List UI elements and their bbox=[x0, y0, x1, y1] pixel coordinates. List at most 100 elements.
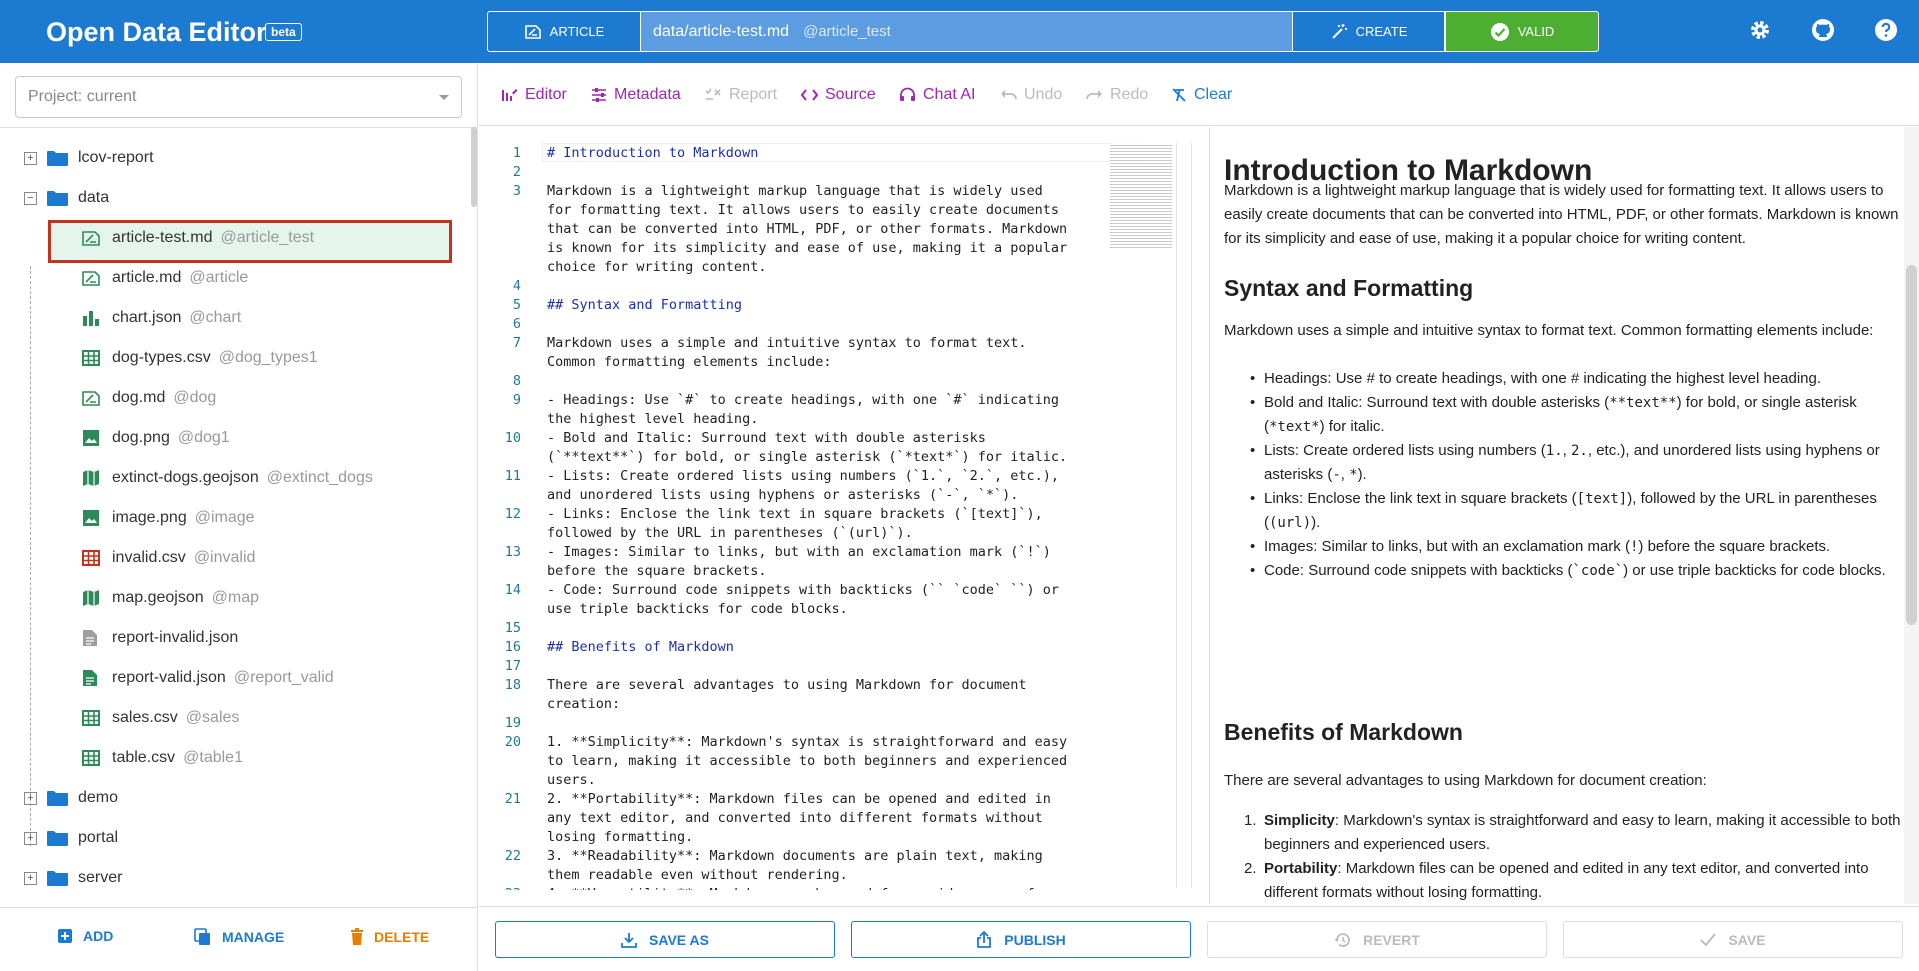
file-alias: @article bbox=[189, 269, 249, 286]
line-number: 7 bbox=[512, 335, 521, 351]
tree-file-item[interactable]: table.csv @table1 bbox=[0, 743, 470, 773]
expand-icon[interactable]: + bbox=[24, 791, 37, 805]
line-number: 19 bbox=[504, 715, 521, 731]
tree-file-item[interactable]: dog.png @dog1 bbox=[0, 423, 470, 453]
editor-label: Editor bbox=[525, 86, 567, 103]
preview-paragraph: Markdown is a lightweight markup languag… bbox=[1224, 182, 1899, 247]
preview-paragraph: Markdown uses a simple and intuitive syn… bbox=[1224, 322, 1874, 339]
report-tab[interactable]: Report bbox=[705, 86, 777, 104]
file-label: image.png @image bbox=[112, 509, 255, 527]
valid-button[interactable]: VALID bbox=[1445, 11, 1599, 52]
file-alias: @dog1 bbox=[177, 429, 230, 446]
help-icon[interactable] bbox=[1874, 18, 1898, 42]
line-number: 16 bbox=[504, 639, 521, 655]
code-text: the highest level heading. bbox=[547, 411, 759, 427]
preview-scrollbar-thumb[interactable] bbox=[1906, 265, 1917, 625]
chart-icon bbox=[82, 309, 100, 327]
divider bbox=[1176, 143, 1177, 888]
tree-file-item[interactable]: sales.csv @sales bbox=[0, 703, 470, 733]
publish-label: PUBLISH bbox=[1004, 931, 1066, 948]
code-text: Markdown is a lightweight markup languag… bbox=[547, 183, 1043, 199]
code-text: is known for its simplicity and ease of … bbox=[547, 240, 1068, 256]
tree-folder-data[interactable]: − data bbox=[0, 183, 470, 213]
line-number: 9 bbox=[512, 392, 521, 408]
source-tab[interactable]: Source bbox=[801, 86, 876, 104]
tree-file-item[interactable]: image.png @image bbox=[0, 503, 470, 533]
project-select[interactable]: Project: current bbox=[15, 76, 462, 118]
file-type-label: ARTICLE bbox=[549, 24, 605, 39]
tree-folder-lcov-report[interactable]: + lcov-report bbox=[0, 143, 470, 173]
collapse-icon[interactable]: − bbox=[24, 191, 37, 205]
tree-file-item[interactable]: dog-types.csv @dog_types1 bbox=[0, 343, 470, 373]
file-label: extinct-dogs.geojson @extinct_dogs bbox=[112, 469, 373, 487]
code-text: losing formatting. bbox=[547, 829, 694, 845]
tune-icon bbox=[592, 88, 606, 102]
metadata-tab[interactable]: Metadata bbox=[591, 86, 681, 104]
metadata-label: Metadata bbox=[614, 86, 681, 103]
add-button[interactable]: ADD bbox=[57, 928, 113, 944]
publish-button[interactable]: PUBLISH bbox=[851, 921, 1191, 958]
expand-icon[interactable]: + bbox=[24, 831, 37, 845]
preview-list-item: Lists: Create ordered lists using number… bbox=[1250, 439, 1904, 487]
tree-file-item[interactable]: report-valid.json @report_valid bbox=[0, 663, 470, 693]
tree-file-item[interactable]: report-invalid.json bbox=[0, 623, 470, 653]
undo-button[interactable]: Undo bbox=[1000, 86, 1062, 104]
markdown-editor[interactable]: 1 # Introduction to Markdown 2 3 Markdown is… bbox=[479, 127, 1208, 890]
delete-button[interactable]: DELETE bbox=[350, 928, 429, 945]
code-text: creation: bbox=[547, 696, 621, 712]
trash-icon bbox=[351, 928, 363, 945]
file-alias: @article_test bbox=[803, 23, 891, 40]
tree-folder-portal[interactable]: + portal bbox=[0, 823, 470, 853]
file-name: article-test.md bbox=[112, 229, 213, 246]
editor-tab[interactable]: Editor bbox=[501, 86, 567, 104]
expand-icon[interactable]: + bbox=[24, 871, 37, 885]
expand-icon[interactable]: + bbox=[24, 151, 37, 165]
tree-folder-demo[interactable]: + demo bbox=[0, 783, 470, 813]
project-value: current bbox=[86, 88, 137, 105]
revert-label: REVERT bbox=[1363, 931, 1420, 948]
create-button[interactable]: CREATE bbox=[1292, 11, 1445, 52]
tree-file-item[interactable]: extinct-dogs.geojson @extinct_dogs bbox=[0, 463, 470, 493]
file-label: report-valid.json @report_valid bbox=[112, 669, 334, 687]
manage-button[interactable]: MANAGE bbox=[194, 928, 284, 946]
github-icon[interactable] bbox=[1811, 18, 1835, 42]
file-label: map.geojson @map bbox=[112, 589, 259, 607]
clear-button[interactable]: Clear bbox=[1171, 86, 1232, 104]
editor-minimap[interactable] bbox=[1110, 143, 1172, 248]
preview-list-item: Code: Surround code snippets with backti… bbox=[1250, 559, 1904, 583]
file-alias: @map bbox=[211, 589, 259, 606]
redo-button[interactable]: Redo bbox=[1086, 86, 1148, 104]
save-as-button[interactable]: SAVE AS bbox=[495, 921, 835, 958]
folder-icon bbox=[47, 150, 68, 166]
preview-list-item: Bold and Italic: Surround text with doub… bbox=[1250, 391, 1904, 439]
tree-file-item[interactable]: map.geojson @map bbox=[0, 583, 470, 613]
file-label: article.md @article bbox=[112, 269, 248, 287]
file-path-field[interactable]: data/article-test.md @article_test bbox=[641, 11, 1292, 52]
tree-file-item[interactable]: chart.json @chart bbox=[0, 303, 470, 333]
line-number: 11 bbox=[504, 468, 521, 484]
add-box-icon bbox=[58, 929, 72, 943]
file-name: image.png bbox=[112, 509, 187, 526]
redo-icon bbox=[1086, 90, 1102, 100]
report-invalid-icon bbox=[82, 629, 100, 647]
tree-file-item[interactable]: article.md @article bbox=[0, 263, 470, 293]
gear-icon[interactable] bbox=[1748, 18, 1772, 42]
sidebar-scrollbar[interactable] bbox=[471, 127, 477, 207]
action-bar: SAVE AS PUBLISH REVERT SAVE bbox=[479, 906, 1919, 971]
file-name: dog.md bbox=[112, 389, 166, 406]
check-circle-icon bbox=[1490, 22, 1509, 41]
file-type-button[interactable]: ARTICLE bbox=[487, 11, 641, 52]
tree-file-item[interactable]: dog.md @dog bbox=[0, 383, 470, 413]
tree-file-item[interactable]: invalid.csv @invalid bbox=[0, 543, 470, 573]
table-icon bbox=[82, 709, 100, 727]
tree-file-item[interactable]: article-test.md @article_test bbox=[0, 223, 470, 253]
magic-wand-icon bbox=[1331, 23, 1347, 39]
tree-folder-server[interactable]: + server bbox=[0, 863, 470, 893]
save-button[interactable]: SAVE bbox=[1563, 921, 1903, 958]
revert-button[interactable]: REVERT bbox=[1207, 921, 1547, 958]
report-valid-icon bbox=[82, 669, 100, 687]
chat-ai-tab[interactable]: Chat AI bbox=[899, 86, 975, 104]
undo-icon bbox=[1001, 90, 1017, 100]
file-bar: ARTICLE data/article-test.md @article_te… bbox=[487, 11, 1599, 52]
file-alias: @dog_types1 bbox=[218, 349, 318, 366]
